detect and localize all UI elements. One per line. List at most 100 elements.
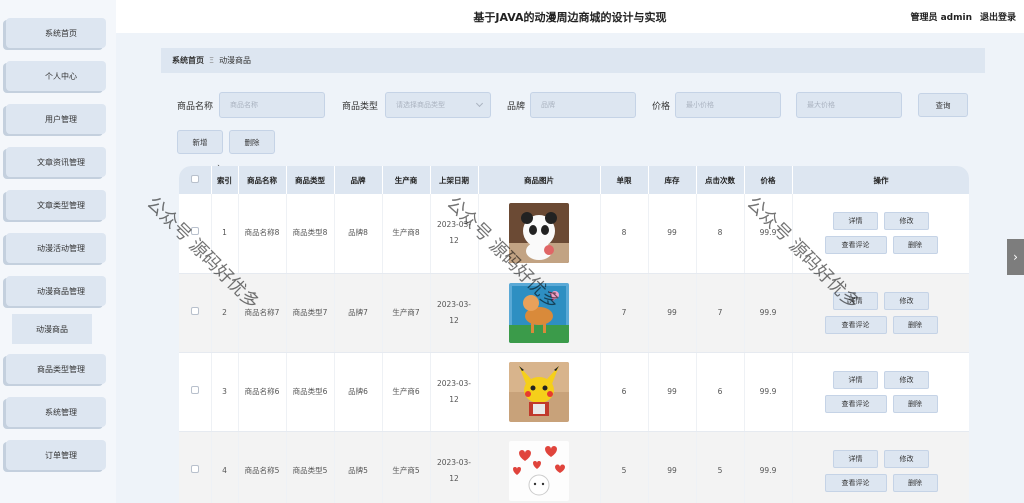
price-max-input[interactable]: 最大价格: [796, 92, 902, 118]
column-header: 价格: [744, 166, 793, 194]
column-header: 生产商: [382, 166, 431, 194]
type-cell: 商品类型7: [286, 273, 335, 353]
sidebar-item-system[interactable]: 系统管理: [6, 397, 106, 427]
table-row: 2 商品名称7 商品类型7 品牌7 生产商7 2023-03-12 7 99 7 99.9 详情 修改…: [179, 273, 969, 353]
delete-button[interactable]: 删除: [892, 473, 938, 492]
price-cell: 99.9: [744, 273, 793, 353]
product-name-label: 商品名称: [177, 102, 214, 112]
select-all-header[interactable]: [179, 166, 212, 194]
breadcrumb-separator: Ξ: [209, 56, 215, 65]
stock-cell: 99: [648, 194, 697, 274]
select-all-checkbox[interactable]: [190, 175, 199, 183]
logout-link[interactable]: 退出登录: [980, 10, 1016, 23]
stock-cell: 99: [648, 431, 697, 503]
detail-button[interactable]: 详情: [833, 212, 878, 231]
edit-button[interactable]: 修改: [884, 291, 929, 310]
row-select-cell: [179, 194, 212, 274]
view-comments-button[interactable]: 查看评论: [824, 394, 887, 413]
maker-cell: 生产商6: [382, 352, 431, 432]
sidebar-item-product-types[interactable]: 商品类型管理: [6, 354, 106, 384]
sidebar: 系统首页 个人中心 用户管理 文章资讯管理 文章类型管理 动漫活动管理 动漫商品…: [0, 0, 116, 503]
view-comments-button[interactable]: 查看评论: [824, 315, 887, 334]
row-checkbox[interactable]: [190, 306, 199, 315]
limit-cell: 7: [600, 273, 649, 353]
edit-button[interactable]: 修改: [884, 449, 929, 468]
sidebar-menu: 系统首页 个人中心 用户管理 文章资讯管理 文章类型管理 动漫活动管理 动漫商品…: [6, 18, 106, 483]
column-header: 品牌: [334, 166, 383, 194]
product-image[interactable]: [509, 440, 569, 501]
brand-cell: 品牌8: [334, 194, 383, 274]
type-cell: 商品类型6: [286, 352, 335, 432]
product-image[interactable]: [509, 282, 569, 343]
edit-button[interactable]: 修改: [884, 370, 929, 389]
view-comments-button[interactable]: 查看评论: [824, 473, 887, 492]
row-checkbox[interactable]: [190, 227, 199, 236]
breadcrumb: 系统首页 Ξ 动漫商品: [161, 48, 985, 73]
maker-cell: 生产商7: [382, 273, 431, 353]
column-header: 单限: [600, 166, 649, 194]
column-header: 索引: [211, 166, 239, 194]
detail-button[interactable]: 详情: [833, 291, 878, 310]
detail-button[interactable]: 详情: [833, 449, 878, 468]
site-title: 基于JAVA的动漫周边商城的设计与实现: [473, 11, 667, 24]
sidebar-item-products[interactable]: 动漫商品管理: [6, 276, 106, 306]
image-cell: [478, 273, 601, 353]
name-cell: 商品名称8: [238, 194, 287, 274]
sidebar-subitem-products[interactable]: 动漫商品: [12, 314, 92, 344]
name-cell: 商品名称5: [238, 431, 287, 503]
delete-button[interactable]: 删除: [892, 236, 938, 255]
limit-cell: 8: [600, 194, 649, 274]
actions-cell: 详情 修改查看评论 删除: [792, 352, 969, 432]
sidebar-item-article-types[interactable]: 文章类型管理: [6, 190, 106, 220]
product-image[interactable]: [509, 361, 569, 422]
user-info: 管理员 admin 退出登录: [910, 10, 1016, 23]
index-cell: 2: [211, 273, 239, 353]
image-cell: [478, 194, 601, 274]
sidebar-item-home[interactable]: 系统首页: [6, 18, 106, 48]
delete-button[interactable]: 删除: [892, 394, 938, 413]
brand-input[interactable]: 品牌: [530, 92, 636, 118]
view-comments-button[interactable]: 查看评论: [824, 236, 887, 255]
product-type-placeholder: 请选择商品类型: [396, 101, 445, 109]
detail-button[interactable]: 详情: [833, 370, 878, 389]
sidebar-item-articles[interactable]: 文章资讯管理: [6, 147, 106, 177]
limit-cell: 6: [600, 352, 649, 432]
row-select-cell: [179, 352, 212, 432]
breadcrumb-current: 动漫商品: [219, 56, 252, 65]
edit-button[interactable]: 修改: [884, 212, 929, 231]
row-checkbox[interactable]: [190, 464, 199, 473]
product-type-select[interactable]: 请选择商品类型: [385, 92, 491, 118]
date-cell: 2023-03-12: [430, 352, 479, 432]
price-cell: 99.9: [744, 431, 793, 503]
price-min-input[interactable]: 最小价格: [675, 92, 781, 118]
brand-cell: 品牌5: [334, 431, 383, 503]
product-name-input[interactable]: 商品名称: [219, 92, 325, 118]
table-row: 1 商品名称8 商品类型8 品牌8 生产商8 2023-03-12 8 99 8 99.9 详情 修改…: [179, 194, 969, 274]
chevron-down-icon: [475, 99, 484, 108]
brand-label: 品牌: [507, 102, 526, 112]
sidebar-item-profile[interactable]: 个人中心: [6, 61, 106, 91]
side-toggle-tab[interactable]: ›: [1007, 239, 1024, 275]
column-header: 商品名称: [238, 166, 287, 194]
column-header: 商品类型: [286, 166, 335, 194]
row-select-cell: [179, 431, 212, 503]
index-cell: 4: [211, 431, 239, 503]
breadcrumb-home[interactable]: 系统首页: [172, 55, 204, 66]
sidebar-item-activities[interactable]: 动漫活动管理: [6, 233, 106, 263]
name-cell: 商品名称7: [238, 273, 287, 353]
column-header: 商品图片: [478, 166, 601, 194]
price-cell: 99.9: [744, 352, 793, 432]
delete-button[interactable]: 删除: [892, 315, 938, 334]
table-row: 4 商品名称5 商品类型5 品牌5 生产商5 2023-03-12 5 99 5 99.9 详情 修改…: [179, 431, 969, 503]
add-button[interactable]: 新增: [177, 130, 223, 154]
brand-cell: 品牌6: [334, 352, 383, 432]
product-type-label: 商品类型: [342, 102, 379, 112]
column-header: 点击次数: [696, 166, 745, 194]
column-header: 上架日期: [430, 166, 479, 194]
row-checkbox[interactable]: [190, 385, 199, 394]
batch-delete-button[interactable]: 删除: [229, 130, 275, 154]
product-image[interactable]: [509, 203, 569, 264]
sidebar-item-orders[interactable]: 订单管理: [6, 440, 106, 470]
search-button[interactable]: 查询: [918, 93, 968, 117]
sidebar-item-users[interactable]: 用户管理: [6, 104, 106, 134]
